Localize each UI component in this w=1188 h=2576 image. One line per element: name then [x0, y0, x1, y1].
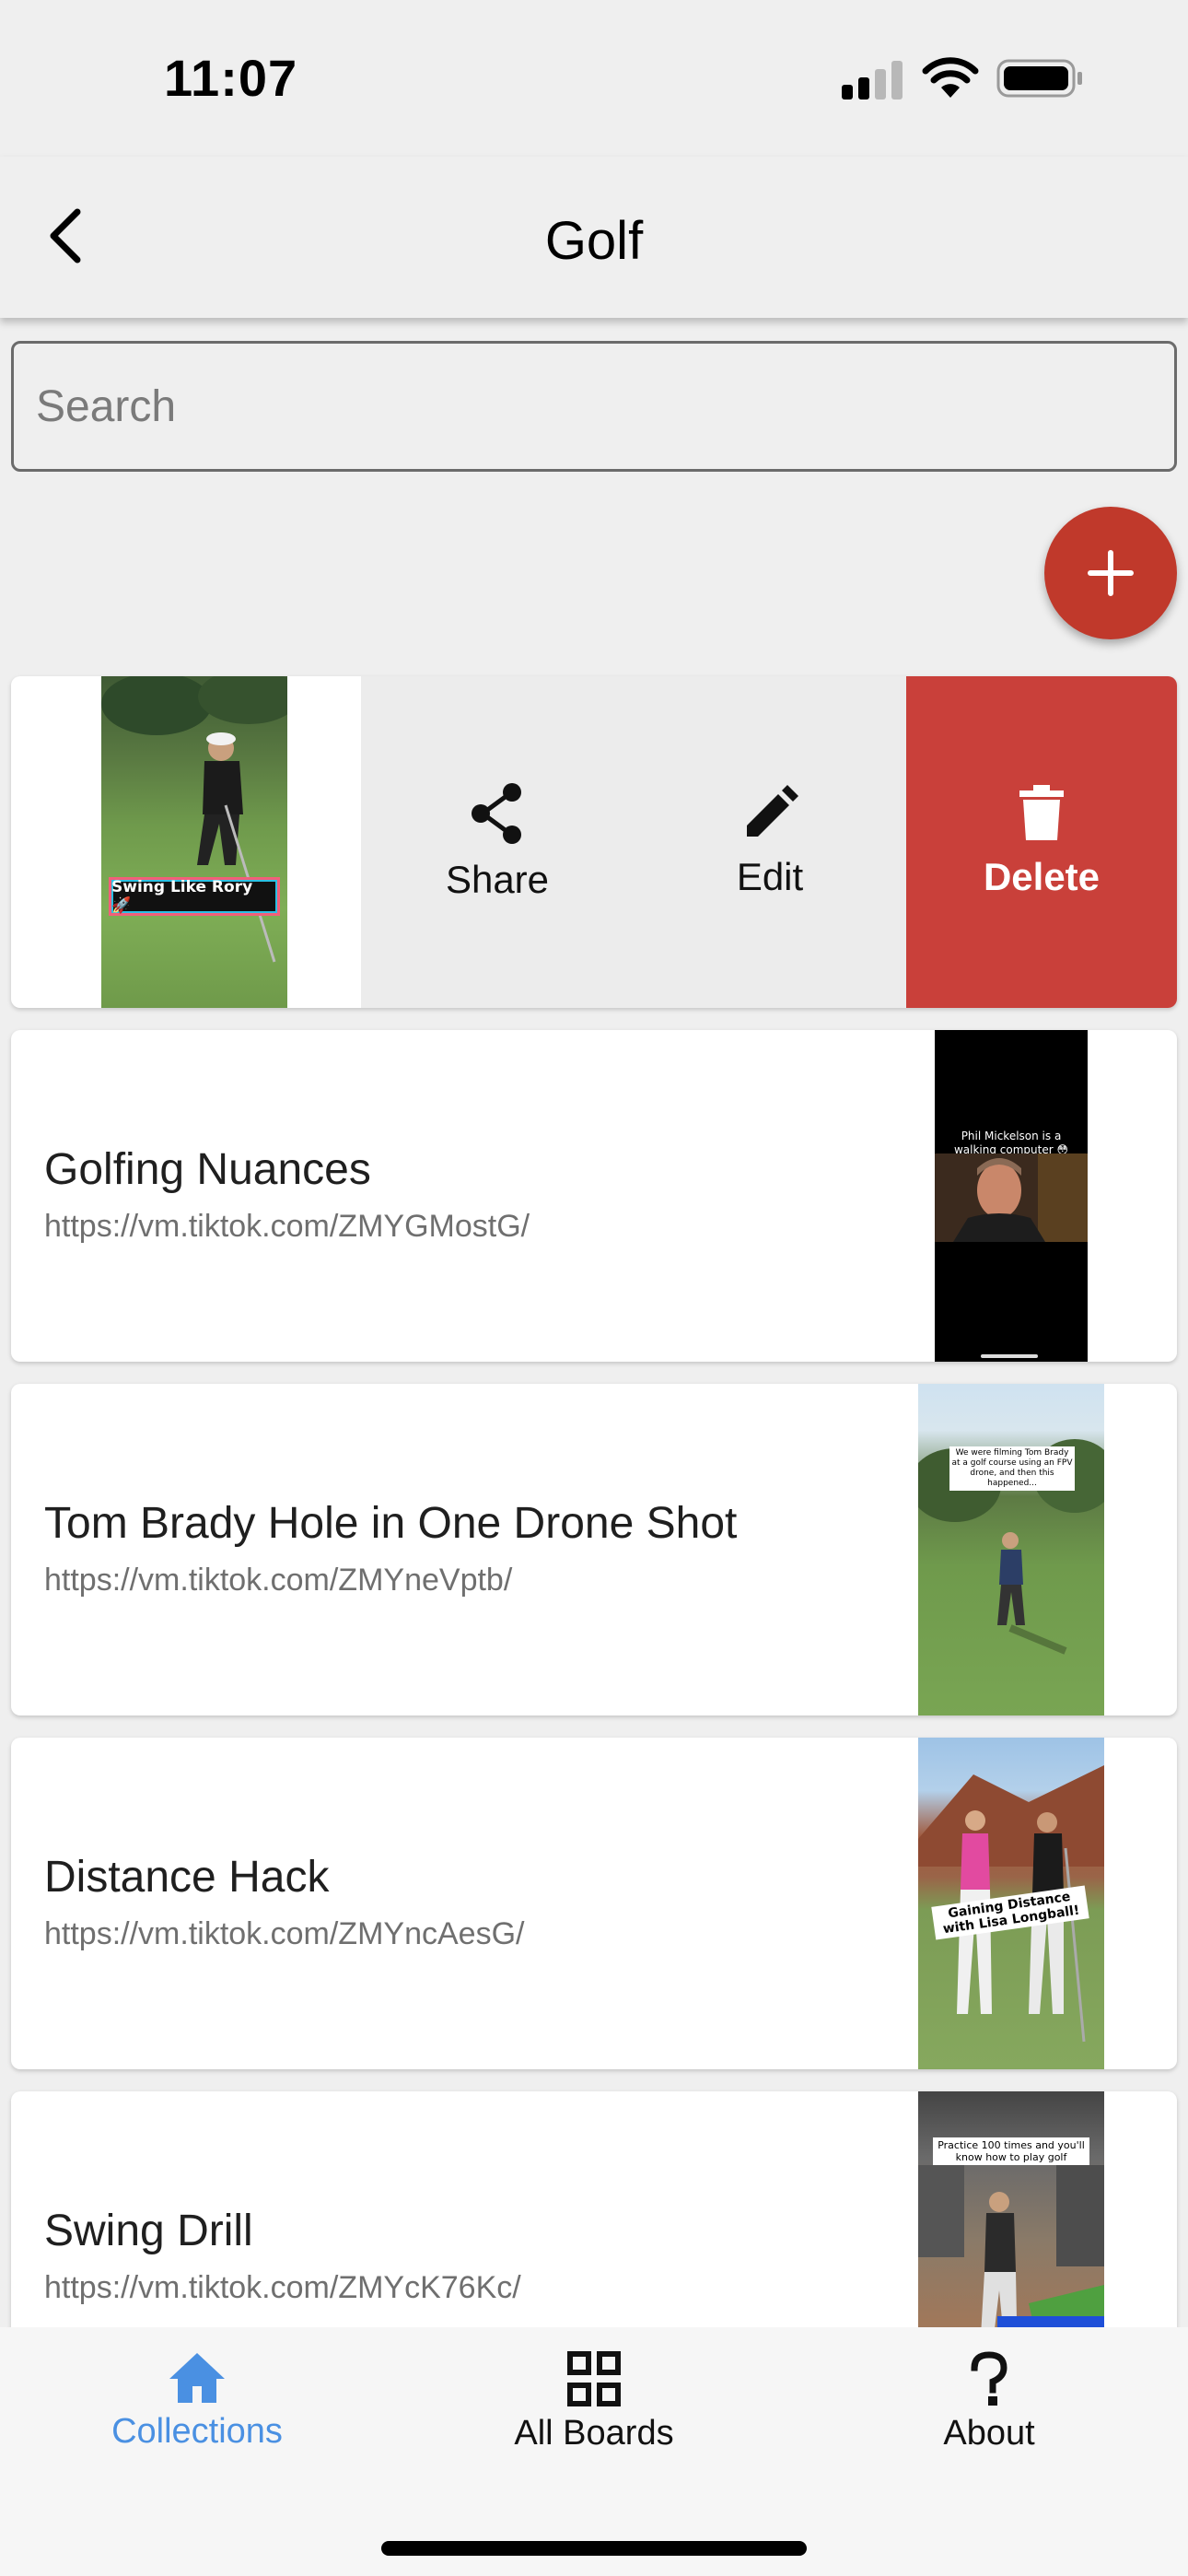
trash-icon	[1019, 785, 1064, 840]
search-field[interactable]	[11, 341, 1177, 472]
list-item[interactable]: Tom Brady Hole in One Drone Shot https:/…	[11, 1384, 1177, 1715]
thumbnail-caption: Swing Like Rory 🚀	[109, 877, 280, 916]
thumbnail-caption: We were filming Tom Brady at a golf cour…	[949, 1446, 1075, 1491]
question-icon	[971, 2351, 1007, 2406]
app-bar: Golf	[0, 157, 1188, 318]
item-title: Tom Brady Hole in One Drone Shot	[44, 1499, 738, 1548]
battery-icon	[996, 59, 1082, 98]
video-thumbnail: We were filming Tom Brady at a golf cour…	[918, 1384, 1104, 1715]
item-title: Swing Drill	[44, 2207, 253, 2255]
add-button[interactable]	[1044, 507, 1177, 639]
portrait-image	[935, 1153, 1088, 1242]
share-icon	[472, 783, 521, 844]
delete-button[interactable]: Delete	[906, 676, 1177, 1008]
item-title: Distance Hack	[44, 1853, 330, 1902]
item-url: https://vm.tiktok.com/ZMYncAesG/	[44, 1916, 525, 1951]
item-url: https://vm.tiktok.com/ZMYcK76Kc/	[44, 2270, 521, 2305]
swiped-item-content[interactable]: Swing Like Rory 🚀	[11, 676, 361, 1008]
video-thumbnail: Swing Like Rory 🚀	[101, 676, 287, 1008]
share-label: Share	[445, 858, 550, 901]
video-thumbnail: Gaining Distance with Lisa Longball!	[918, 1738, 1104, 2069]
delete-label: Delete	[983, 855, 1101, 898]
list-item[interactable]: Golfing Nuances https://vm.tiktok.com/ZM…	[11, 1030, 1177, 1362]
list-item[interactable]: Distance Hack https://vm.tiktok.com/ZMYn…	[11, 1738, 1177, 2069]
nav-about-label: About	[943, 2414, 1035, 2453]
item-url: https://vm.tiktok.com/ZMYGMostG/	[44, 1209, 530, 1244]
search-input[interactable]	[14, 344, 1174, 469]
edit-label: Edit	[736, 855, 804, 898]
swiped-list-item[interactable]: Swing Like Rory 🚀 Share Edit Delete	[11, 676, 1177, 1008]
nav-collections[interactable]: Collections	[59, 2351, 335, 2452]
nav-about[interactable]: About	[851, 2351, 1127, 2453]
nav-all-boards[interactable]: All Boards	[456, 2351, 732, 2453]
nav-all-boards-label: All Boards	[514, 2414, 674, 2453]
plus-icon	[1088, 550, 1134, 596]
status-time: 11:07	[164, 49, 298, 107]
item-title: Golfing Nuances	[44, 1145, 371, 1194]
video-thumbnail: Phil Mickelson is a walking computer 😳	[935, 1030, 1088, 1362]
home-icon	[169, 2353, 225, 2403]
golfer-figure	[918, 1439, 1104, 1655]
page-title: Golf	[544, 211, 644, 271]
golfer-figure	[101, 676, 287, 963]
share-button[interactable]: Share	[361, 676, 634, 1008]
item-url: https://vm.tiktok.com/ZMYneVptb/	[44, 1563, 513, 1598]
thumbnail-caption: Practice 100 times and you'll know how t…	[933, 2137, 1089, 2165]
status-bar: 11:07	[0, 0, 1188, 157]
cellular-signal-icon	[842, 61, 903, 100]
pencil-icon	[747, 785, 798, 837]
nav-collections-label: Collections	[111, 2412, 283, 2451]
bottom-navigation: Collections All Boards About	[0, 2327, 1188, 2576]
edit-button[interactable]: Edit	[634, 676, 906, 1008]
grid-icon	[567, 2351, 621, 2406]
video-progress-bar	[981, 1354, 1038, 1358]
wifi-icon	[922, 57, 979, 98]
home-indicator[interactable]	[381, 2541, 807, 2556]
